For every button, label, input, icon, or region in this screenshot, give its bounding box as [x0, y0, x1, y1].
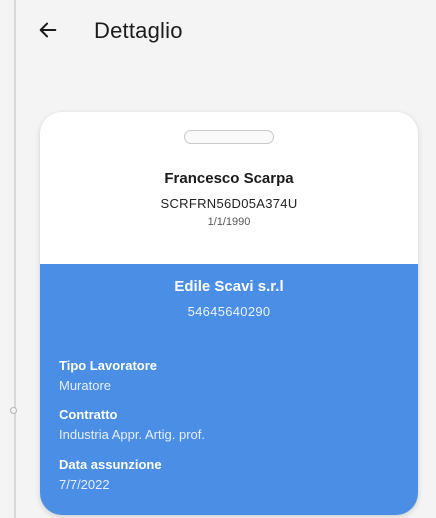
- badge-lanyard-slot: [184, 130, 274, 144]
- field-value-contract: Industria Appr. Artig. prof.: [59, 427, 205, 442]
- badge-company-section: Edile Scavi s.r.l 54645640290 Tipo Lavor…: [40, 264, 418, 515]
- app-bar: Dettaglio: [16, 0, 436, 66]
- field-label-worker-type: Tipo Lavoratore: [59, 358, 158, 373]
- field-label-hire-date: Data assunzione: [59, 457, 162, 472]
- back-button[interactable]: [32, 16, 64, 48]
- worker-birth-date: 1/1/1990: [207, 216, 251, 228]
- worker-fiscal-code: SCRFRN56D05A374U: [160, 196, 298, 211]
- edge-handle-dot: [10, 407, 17, 414]
- worker-badge-card: Francesco Scarpa SCRFRN56D05A374U 1/1/19…: [40, 112, 418, 515]
- worker-name: Francesco Scarpa: [164, 170, 294, 187]
- page-title: Dettaglio: [94, 18, 183, 43]
- field-value-hire-date: 7/7/2022: [59, 477, 110, 492]
- badge-header-section: Francesco Scarpa SCRFRN56D05A374U 1/1/19…: [40, 112, 418, 264]
- arrow-left-icon: [37, 19, 59, 46]
- left-edge-divider: [14, 0, 16, 518]
- field-value-worker-type: Muratore: [59, 378, 112, 393]
- field-label-contract: Contratto: [59, 407, 118, 422]
- company-name: Edile Scavi s.r.l: [174, 278, 284, 295]
- company-vat-number: 54645640290: [187, 304, 271, 319]
